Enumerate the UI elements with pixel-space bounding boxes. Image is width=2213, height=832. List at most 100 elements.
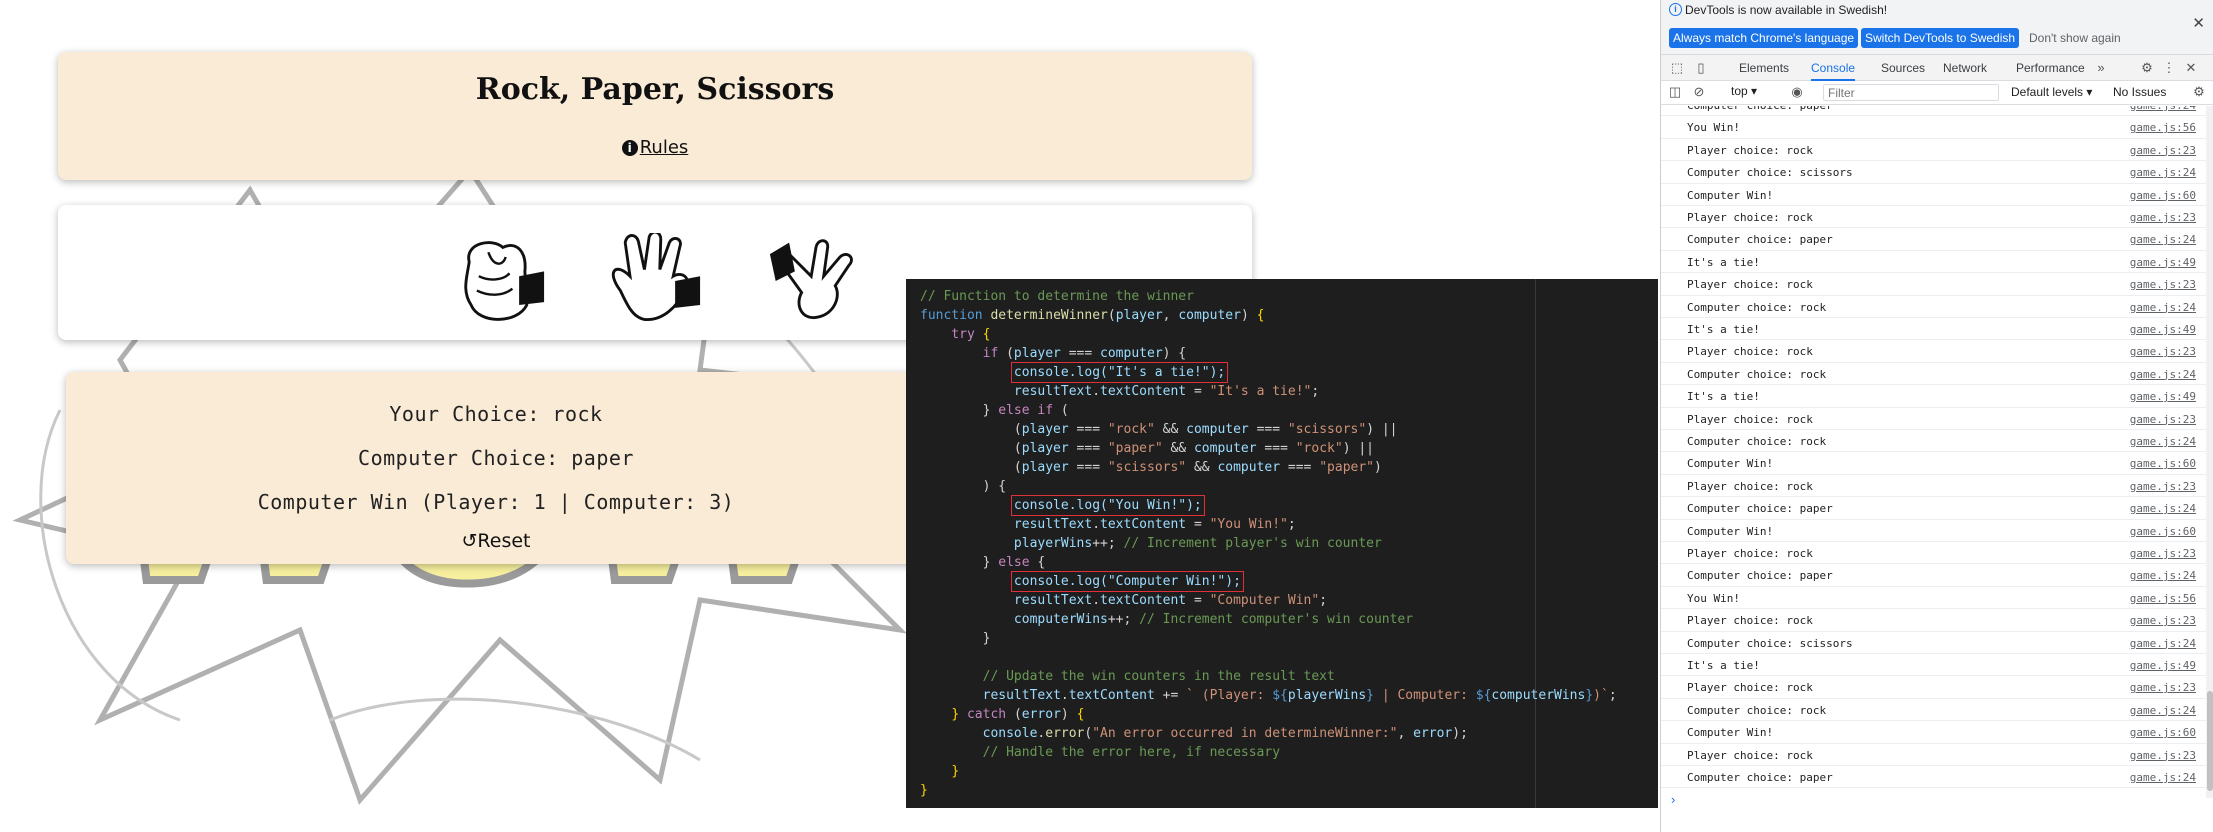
log-source-link[interactable]: game.js:23 bbox=[2130, 144, 2196, 157]
console-filter-input[interactable] bbox=[1823, 84, 1999, 101]
more-options-icon[interactable]: ⋮ bbox=[2161, 60, 2177, 76]
close-devtools-icon[interactable]: ✕ bbox=[2183, 60, 2199, 76]
log-message: Player choice: rock bbox=[1687, 345, 1813, 359]
log-source-link[interactable]: game.js:49 bbox=[2130, 323, 2196, 336]
log-message: Computer Win! bbox=[1687, 457, 1774, 471]
code-token: resultText bbox=[1013, 593, 1093, 608]
log-source-link[interactable]: game.js:60 bbox=[2130, 726, 2196, 739]
clear-console-icon[interactable]: ⊘ bbox=[1691, 84, 1707, 100]
log-source-link[interactable]: game.js:49 bbox=[2130, 256, 2196, 269]
log-levels-label: Default levels bbox=[2011, 85, 2084, 99]
console-log-row: You Win! game.js:56 bbox=[1661, 587, 2206, 610]
log-source-link[interactable]: game.js:24 bbox=[2130, 435, 2196, 448]
log-message: Computer choice: paper bbox=[1687, 233, 1833, 247]
issues-counter[interactable]: No Issues bbox=[2113, 85, 2166, 99]
log-source-link[interactable]: game.js:24 bbox=[2130, 771, 2196, 784]
log-source-link[interactable]: game.js:23 bbox=[2130, 345, 2196, 358]
sidebar-toggle-icon[interactable]: ◫ bbox=[1667, 84, 1683, 100]
log-source-link[interactable]: game.js:24 bbox=[2130, 166, 2196, 179]
code-token: , bbox=[1397, 726, 1414, 741]
console-settings-gear-icon[interactable]: ⚙ bbox=[2191, 84, 2207, 100]
log-source-link[interactable]: game.js:24 bbox=[2130, 502, 2196, 515]
log-source-link[interactable]: game.js:23 bbox=[2130, 211, 2196, 224]
log-source-link[interactable]: game.js:60 bbox=[2130, 189, 2196, 202]
log-message: Player choice: rock bbox=[1687, 412, 1813, 426]
dont-show-again-button[interactable]: Don't show again bbox=[2029, 28, 2121, 48]
log-levels-dropdown[interactable]: Default levels ▾ bbox=[2011, 85, 2092, 99]
reset-button[interactable]: ↺Reset bbox=[66, 530, 926, 552]
tab-performance[interactable]: Performance bbox=[2016, 55, 2085, 81]
code-token: try bbox=[920, 327, 983, 342]
code-line: console.log("You Win!"); bbox=[920, 495, 1617, 516]
code-token: playerWins bbox=[1013, 536, 1093, 551]
log-source-link[interactable]: game.js:23 bbox=[2130, 614, 2196, 627]
log-source-link[interactable]: game.js:23 bbox=[2130, 413, 2196, 426]
log-source-link[interactable]: game.js:24 bbox=[2130, 368, 2196, 381]
log-message: Computer choice: paper bbox=[1687, 771, 1833, 784]
code-line: computerWins++; // Increment computer's … bbox=[920, 610, 1617, 629]
code-lines: // Function to determine the winner funct… bbox=[920, 287, 1617, 800]
tab-network[interactable]: Network bbox=[1943, 55, 1987, 81]
rock-hand-icon[interactable] bbox=[450, 233, 546, 329]
rules-link[interactable]: i Rules bbox=[58, 137, 1252, 158]
log-message: It's a tie! bbox=[1687, 390, 1760, 404]
log-source-link[interactable]: game.js:24 bbox=[2130, 233, 2196, 246]
console-prompt-chevron-icon[interactable]: › bbox=[1671, 792, 1675, 807]
device-toolbar-icon[interactable]: ▯ bbox=[1693, 60, 1709, 76]
log-source-link[interactable]: game.js:60 bbox=[2130, 525, 2196, 538]
log-source-link[interactable]: game.js:23 bbox=[2130, 278, 2196, 291]
code-token: "An error occurred in determineWinner:" bbox=[1092, 726, 1398, 741]
log-source-link[interactable]: game.js:24 bbox=[2130, 569, 2196, 582]
console-log-row: Player choice: rock game.js:23 bbox=[1661, 744, 2206, 766]
more-tabs-icon[interactable]: » bbox=[2093, 60, 2109, 76]
close-icon[interactable]: ✕ bbox=[2192, 14, 2205, 32]
tab-elements[interactable]: Elements bbox=[1739, 55, 1789, 81]
paper-hand-icon[interactable] bbox=[606, 233, 702, 329]
match-language-button[interactable]: Always match Chrome's language bbox=[1669, 28, 1859, 48]
scissors-hand-icon[interactable] bbox=[768, 233, 864, 329]
log-source-link[interactable]: game.js:24 bbox=[2130, 301, 2196, 314]
console-log-row: Computer Win! game.js:60 bbox=[1661, 520, 2206, 542]
code-line: console.log("It's a tie!"); bbox=[920, 362, 1617, 383]
code-token: // Increment computer's win counter bbox=[1139, 612, 1414, 627]
code-line: playerWins++; // Increment player's win … bbox=[920, 534, 1617, 553]
code-token: } bbox=[920, 403, 999, 418]
tab-console[interactable]: Console bbox=[1811, 55, 1856, 81]
console-log-row: Computer choice: rock game.js:24 bbox=[1661, 430, 2206, 453]
log-source-link[interactable]: game.js:56 bbox=[2130, 121, 2196, 134]
code-line: resultText.textContent += ` (Player: ${p… bbox=[920, 686, 1617, 705]
log-source-link[interactable]: game.js:49 bbox=[2130, 659, 2196, 672]
gear-icon[interactable]: ⚙ bbox=[2139, 60, 2155, 76]
log-source-link[interactable]: game.js:23 bbox=[2130, 749, 2196, 762]
scrollbar-thumb[interactable] bbox=[2207, 691, 2213, 791]
console-scrollbar[interactable] bbox=[2206, 106, 2213, 798]
info-icon: i bbox=[1669, 3, 1682, 16]
code-token: ( bbox=[1006, 346, 1014, 361]
code-line: } else if ( bbox=[920, 401, 1617, 420]
console-log-row: Player choice: rock game.js:23 bbox=[1661, 609, 2206, 632]
tab-sources[interactable]: Sources bbox=[1881, 55, 1925, 81]
log-source-link[interactable]: game.js:56 bbox=[2130, 592, 2196, 605]
log-source-link[interactable]: game.js:23 bbox=[2130, 480, 2196, 493]
code-token: error bbox=[1021, 707, 1061, 722]
log-source-link[interactable]: game.js:24 bbox=[2130, 704, 2196, 717]
switch-language-button[interactable]: Switch DevTools to Swedish bbox=[1861, 28, 2020, 48]
log-source-link[interactable]: game.js:60 bbox=[2130, 457, 2196, 470]
log-source-link[interactable]: game.js:23 bbox=[2130, 681, 2196, 694]
code-line: console.error("An error occurred in dete… bbox=[920, 724, 1617, 743]
log-source-link[interactable]: game.js:23 bbox=[2130, 547, 2196, 560]
inspect-element-icon[interactable]: ⬚ bbox=[1669, 60, 1685, 76]
console-log-row: Player choice: rock game.js:23 bbox=[1661, 206, 2206, 229]
code-token: player bbox=[1021, 422, 1069, 437]
code-token: determineWinner bbox=[990, 308, 1108, 323]
context-selector[interactable]: top ▾ bbox=[1731, 84, 1757, 98]
code-token: ) bbox=[1240, 308, 1257, 323]
live-expression-eye-icon[interactable]: ◉ bbox=[1789, 84, 1805, 100]
log-source-link[interactable]: game.js:24 bbox=[2130, 637, 2196, 650]
log-source-link[interactable]: game.js:49 bbox=[2130, 390, 2196, 403]
log-source-link[interactable]: game.js:24 bbox=[2130, 106, 2196, 112]
